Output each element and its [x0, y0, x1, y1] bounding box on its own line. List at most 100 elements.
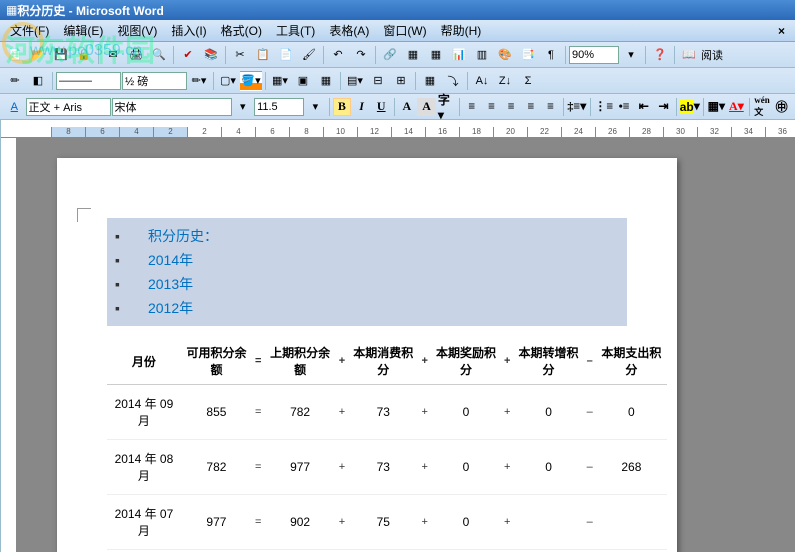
eraser-button[interactable]: ◧ — [27, 71, 49, 91]
align-button[interactable]: ▤▾ — [344, 71, 366, 91]
menu-view[interactable]: 视图(V) — [111, 20, 163, 41]
points-table[interactable]: 月份 可用积分余额 = 上期积分余额 + 本期消费积分 + 本期奖励积分 + 本… — [107, 338, 667, 552]
doc-map-button[interactable]: 📑 — [517, 45, 539, 65]
align-justify-button[interactable]: ≡ — [522, 98, 541, 116]
split-cells-button[interactable]: ▦ — [315, 71, 337, 91]
font-combo[interactable] — [112, 98, 232, 116]
outside-border-button[interactable]: ▢▾ — [217, 71, 239, 91]
spellcheck-button[interactable]: ✔ — [177, 45, 199, 65]
document-page[interactable]: ▪积分历史： ▪2014年 ▪2013年 ▪2012年 月份 可用积分余额 = — [57, 158, 677, 552]
bullets-button[interactable]: •≡ — [615, 98, 634, 116]
highlight-button[interactable]: ab▾ — [680, 98, 700, 116]
hyperlink-button[interactable]: 🔗 — [379, 45, 401, 65]
shading-color-button[interactable]: 🪣▾ — [240, 71, 262, 91]
cell-avail[interactable]: 855 — [181, 385, 252, 440]
align-right-button[interactable]: ≡ — [502, 98, 521, 116]
decrease-indent-button[interactable]: ⇤ — [634, 98, 653, 116]
border-box-button[interactable]: A — [398, 98, 417, 116]
borders-button[interactable]: ▦▾ — [707, 98, 726, 116]
cell-month[interactable]: 2014 年 08 月 — [107, 440, 181, 495]
menu-table[interactable]: 表格(A) — [323, 20, 375, 41]
new-doc-button[interactable]: 📄 — [4, 45, 26, 65]
year-link[interactable]: 2014年 — [148, 250, 193, 270]
open-button[interactable]: 📂 — [27, 45, 49, 65]
cell-avail[interactable]: 977 — [181, 495, 252, 550]
numbering-button[interactable]: ⋮≡ — [594, 98, 614, 116]
selected-block[interactable]: ▪积分历史： ▪2014年 ▪2013年 ▪2012年 — [107, 218, 627, 326]
cell-reward[interactable]: 0 — [431, 495, 501, 550]
line-weight-combo[interactable] — [122, 72, 187, 90]
underline-button[interactable]: U — [372, 98, 391, 116]
char-scaling-button[interactable]: 字▾ — [437, 98, 456, 116]
font-size-combo[interactable] — [254, 98, 304, 116]
show-hide-button[interactable]: ¶ — [540, 45, 562, 65]
table-row[interactable]: 2014 年 08 月782=977+73+0+0–268 — [107, 440, 667, 495]
text-direction-button[interactable]: ⤵ — [442, 71, 464, 91]
styles-pane-button[interactable]: A — [4, 97, 25, 117]
font-color-button[interactable]: A▾ — [727, 98, 746, 116]
cell-prev[interactable]: 782 — [264, 385, 335, 440]
heading-link[interactable]: 积分历史： — [148, 226, 218, 246]
cell-add[interactable] — [513, 495, 583, 550]
cell-out[interactable]: 0 — [596, 385, 667, 440]
read-mode-button[interactable]: 📖 — [678, 45, 700, 65]
menu-window[interactable]: 窗口(W) — [377, 20, 432, 41]
list-item[interactable]: ▪2013年 — [107, 272, 623, 296]
permission-button[interactable]: 🔒 — [73, 45, 95, 65]
year-link[interactable]: 2012年 — [148, 298, 193, 318]
cell-spend[interactable]: 75 — [348, 495, 418, 550]
cell-month[interactable]: 2014 年 09 月 — [107, 385, 181, 440]
merge-cells-button[interactable]: ▣ — [292, 71, 314, 91]
distributed-button[interactable]: ≡ — [541, 98, 560, 116]
autosum-button[interactable]: Σ — [517, 71, 539, 91]
cell-add[interactable]: 0 — [513, 440, 583, 495]
distribute-rows-button[interactable]: ⊟ — [367, 71, 389, 91]
excel-button[interactable]: 📊 — [448, 45, 470, 65]
align-left-button[interactable]: ≡ — [462, 98, 481, 116]
table-row[interactable]: 2014 年 09 月855=782+73+0+0–0 — [107, 385, 667, 440]
columns-button[interactable]: ▥ — [471, 45, 493, 65]
cell-spend[interactable]: 73 — [348, 385, 418, 440]
drawing-button[interactable]: 🎨 — [494, 45, 516, 65]
email-button[interactable]: ✉ — [102, 45, 124, 65]
vertical-ruler[interactable] — [1, 138, 17, 552]
zoom-combo[interactable] — [569, 46, 619, 64]
cell-avail[interactable]: 782 — [181, 440, 252, 495]
format-painter-button[interactable]: 🖌 — [298, 45, 320, 65]
doc-close-button[interactable]: × — [772, 24, 791, 38]
line-spacing-button[interactable]: ‡≡▾ — [567, 98, 587, 116]
menu-help[interactable]: 帮助(H) — [435, 20, 488, 41]
list-item[interactable]: ▪2014年 — [107, 248, 623, 272]
print-preview-button[interactable]: 🔍 — [148, 45, 170, 65]
table-row[interactable]: 2014 年 07 月977=902+75+0+– — [107, 495, 667, 550]
cell-reward[interactable]: 0 — [431, 440, 501, 495]
align-center-button[interactable]: ≡ — [482, 98, 501, 116]
autoformat-button[interactable]: ▦ — [419, 71, 441, 91]
sort-desc-button[interactable]: Z↓ — [494, 71, 516, 91]
print-button[interactable]: 🖨 — [125, 45, 147, 65]
distribute-cols-button[interactable]: ⊞ — [390, 71, 412, 91]
redo-button[interactable]: ↷ — [350, 45, 372, 65]
sort-asc-button[interactable]: A↓ — [471, 71, 493, 91]
copy-button[interactable]: 📋 — [252, 45, 274, 65]
document-scroll-area[interactable]: ▪积分历史： ▪2014年 ▪2013年 ▪2012年 月份 可用积分余额 = — [1, 138, 795, 552]
menu-tools[interactable]: 工具(T) — [270, 20, 321, 41]
bold-button[interactable]: B — [333, 98, 352, 116]
draw-table-button[interactable]: ✏ — [4, 71, 26, 91]
cut-button[interactable]: ✂ — [229, 45, 251, 65]
line-style-combo[interactable] — [56, 72, 121, 90]
cell-prev[interactable]: 902 — [264, 495, 335, 550]
style-combo[interactable] — [26, 98, 111, 116]
list-item[interactable]: ▪2012年 — [107, 296, 623, 320]
horizontal-ruler[interactable]: 8642246810121416182022242628303234363840… — [1, 120, 795, 138]
undo-button[interactable]: ↶ — [327, 45, 349, 65]
help-button[interactable]: ❓ — [649, 45, 671, 65]
menu-insert[interactable]: 插入(I) — [165, 20, 212, 41]
list-item[interactable]: ▪积分历史： — [107, 224, 623, 248]
year-link[interactable]: 2013年 — [148, 274, 193, 294]
border-color-button[interactable]: ✏▾ — [188, 71, 210, 91]
menu-format[interactable]: 格式(O) — [215, 20, 268, 41]
menu-file[interactable]: 文件(F) — [4, 20, 55, 41]
char-shading-button[interactable]: A — [417, 98, 436, 116]
paste-button[interactable]: 📄 — [275, 45, 297, 65]
